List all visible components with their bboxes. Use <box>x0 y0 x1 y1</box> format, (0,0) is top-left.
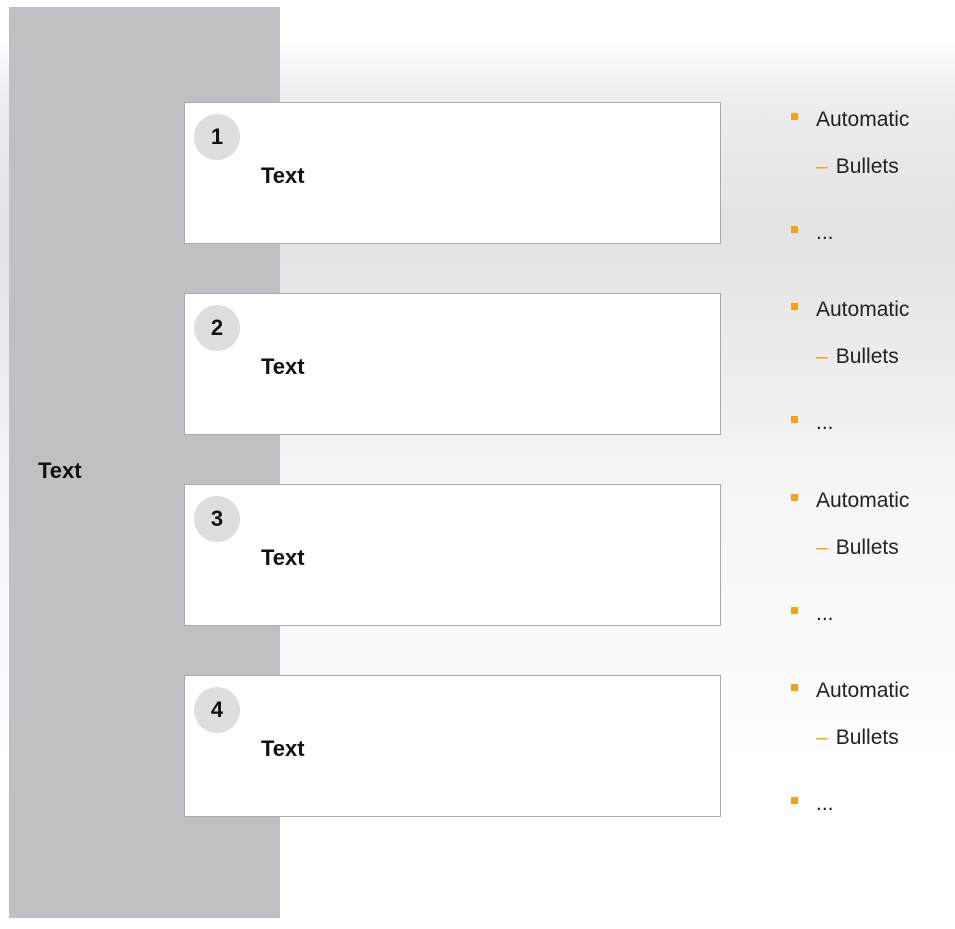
square-bullet-icon <box>791 493 798 501</box>
bullet-text: Automatic <box>816 679 910 702</box>
dash-bullet-icon: – <box>816 345 828 368</box>
sub-bullet-text: Bullets <box>835 155 899 178</box>
step-number-3: 3 <box>194 496 240 542</box>
step-text-4: Text <box>261 736 305 761</box>
step-box-1: 1 Text <box>184 102 721 244</box>
sub-bullet-item: – Bullets <box>816 726 899 750</box>
step-text-1: Text <box>261 163 305 188</box>
step-box-2: 2 Text <box>184 293 721 435</box>
bullet-item: Automatic <box>791 298 909 322</box>
bullet-item: ... <box>791 602 834 626</box>
step-text-2: Text <box>261 354 305 379</box>
square-bullet-icon <box>791 415 798 423</box>
square-bullet-icon <box>791 112 798 120</box>
bullet-group-2: Automatic – Bullets ... <box>791 294 955 434</box>
bullet-group-4: Automatic – Bullets ... <box>791 675 955 815</box>
bullet-text: ... <box>816 602 834 625</box>
bullet-item: ... <box>791 792 834 816</box>
sub-bullet-text: Bullets <box>835 345 899 368</box>
step-number-1: 1 <box>194 114 240 160</box>
bullet-item: Automatic <box>791 489 909 513</box>
sub-bullet-item: – Bullets <box>816 345 899 369</box>
bullet-text: Automatic <box>816 298 910 321</box>
bullet-text: ... <box>816 411 834 434</box>
square-bullet-icon <box>791 302 798 310</box>
dash-bullet-icon: – <box>816 536 828 559</box>
bullet-item: Automatic <box>791 108 909 132</box>
bullet-group-1: Automatic – Bullets ... <box>791 104 955 244</box>
step-number-2: 2 <box>194 305 240 351</box>
bullet-text: Automatic <box>816 489 910 512</box>
sub-bullet-item: – Bullets <box>816 155 899 179</box>
sub-bullet-text: Bullets <box>835 726 899 749</box>
bullet-text: Automatic <box>816 108 910 131</box>
step-box-4: 4 Text <box>184 675 721 817</box>
square-bullet-icon <box>791 606 798 614</box>
square-bullet-icon <box>791 796 798 804</box>
bullet-text: ... <box>816 221 834 244</box>
square-bullet-icon <box>791 683 798 691</box>
sub-bullet-text: Bullets <box>835 536 899 559</box>
bullet-item: Automatic <box>791 679 909 703</box>
side-label: Text <box>38 458 82 483</box>
square-bullet-icon <box>791 225 798 233</box>
step-text-3: Text <box>261 545 305 570</box>
dash-bullet-icon: – <box>816 726 828 749</box>
bullet-item: ... <box>791 411 834 435</box>
bullet-text: ... <box>816 792 834 815</box>
bullet-item: ... <box>791 221 834 245</box>
step-box-3: 3 Text <box>184 484 721 626</box>
bullet-group-3: Automatic – Bullets ... <box>791 485 955 625</box>
step-number-4: 4 <box>194 687 240 733</box>
dash-bullet-icon: – <box>816 155 828 178</box>
sub-bullet-item: – Bullets <box>816 536 899 560</box>
